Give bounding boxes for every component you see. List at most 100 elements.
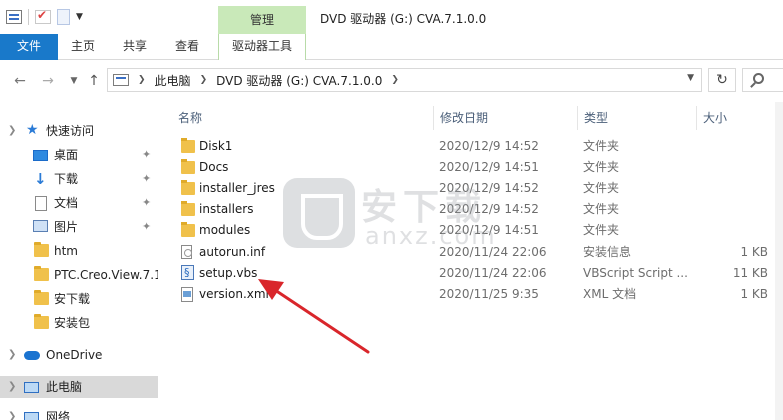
file-type: 文件夹 [583,181,620,195]
pc-icon [24,382,39,393]
refresh-button[interactable]: ↻ [708,68,736,92]
nav-item-network[interactable]: ❯ 网络 [0,406,158,420]
nav-item-label: htm [54,244,78,258]
up-arrow-icon[interactable]: ↑ [84,71,104,91]
file-row[interactable]: Disk1 2020/12/9 14:52 文件夹 [172,136,776,157]
breadcrumb-dvd-drive[interactable]: DVD 驱动器 (G:) CVA.7.1.0.0 [216,72,382,89]
file-name: Disk1 [199,139,233,153]
nav-item-downloads[interactable]: ↓ 下载 ✦ [0,168,158,190]
quick-access-toolbar: ▼ [6,8,83,25]
nav-item-label: 网络 [46,410,71,420]
new-folder-icon[interactable] [57,9,70,25]
file-name: setup.vbs [199,266,258,280]
nav-item-desktop[interactable]: 桌面 ✦ [0,144,158,166]
search-icon [753,73,764,84]
column-header-name[interactable]: 名称 [172,106,432,130]
file-size: 11 KB [732,266,768,280]
vertical-scrollbar[interactable] [775,102,783,420]
nav-item-label: 安下载 [54,292,91,306]
nav-item-documents[interactable]: 文档 ✦ [0,192,158,214]
checkmark-icon[interactable] [35,8,51,24]
file-type: XML 文档 [583,287,637,301]
title-bar: ▼ 管理 DVD 驱动器 (G:) CVA.7.1.0.0 [0,0,783,34]
file-date: 2020/12/9 14:51 [439,160,539,174]
breadcrumb-this-pc[interactable]: 此电脑 [155,72,191,89]
folder-icon [181,222,195,237]
nav-item-label: 文档 [54,196,79,210]
expand-chevron-icon[interactable]: ❯ [8,120,16,142]
file-name: Docs [199,160,229,174]
computer-icon [113,74,129,86]
file-size: 1 KB [740,287,768,301]
expand-chevron-icon[interactable]: ❯ [8,376,16,398]
column-header-date[interactable]: 修改日期 [433,106,576,130]
folder-icon [34,266,49,281]
manage-context-tab[interactable]: 管理 [218,6,306,34]
nav-item-label: 安装包 [54,316,91,330]
window-title: DVD 驱动器 (G:) CVA.7.1.0.0 [320,12,487,26]
pin-icon[interactable]: ✦ [142,216,151,238]
nav-item-htm[interactable]: htm [0,240,158,262]
file-name: installers [199,202,254,216]
star-icon: ★ [26,122,39,138]
address-dropdown-icon[interactable]: ▼ [687,73,694,83]
folder-icon [181,138,195,153]
nav-item-label: PTC.Creo.View.7.1 [54,268,158,282]
nav-item-anxiazai[interactable]: 安下载 [0,288,158,310]
nav-item-onedrive[interactable]: ❯ OneDrive [0,344,158,366]
toolbar-divider [28,9,29,25]
pin-icon[interactable]: ✦ [142,144,151,166]
customize-toolbar-dropdown-icon[interactable]: ▼ [76,12,83,22]
address-bar[interactable]: ❯ 此电脑 ❯ DVD 驱动器 (G:) CVA.7.1.0.0 ❯ ▼ [107,68,702,92]
pin-icon[interactable]: ✦ [142,168,151,190]
file-name: installer_jres [199,181,275,195]
properties-icon[interactable] [6,10,22,24]
tab-share[interactable]: 共享 [112,34,158,60]
folder-icon [181,201,195,216]
tab-file[interactable]: 文件 [0,34,58,60]
nav-item-label: 下载 [54,172,79,186]
ribbon-tabs: 文件 主页 共享 查看 驱动器工具 [0,34,783,60]
tab-home[interactable]: 主页 [60,34,106,60]
chevron-right-icon[interactable]: ❯ [200,75,208,85]
file-type: 文件夹 [583,223,620,237]
nav-item-pictures[interactable]: 图片 ✦ [0,216,158,238]
chevron-right-icon[interactable]: ❯ [391,75,399,85]
navigation-bar: ← → ▼ ↑ ❯ 此电脑 ❯ DVD 驱动器 (G:) CVA.7.1.0.0… [0,60,783,102]
nav-item-install-packages[interactable]: 安装包 [0,312,158,334]
expand-chevron-icon[interactable]: ❯ [8,406,16,420]
refresh-icon: ↻ [716,72,728,88]
nav-item-label: 快速访问 [46,124,95,138]
column-header-type[interactable]: 类型 [577,106,695,130]
vbscript-file-icon [181,262,194,283]
download-icon: ↓ [34,170,47,188]
file-list: ︿ 名称 修改日期 类型 大小 Disk1 2020/12/9 14:52 文件… [160,102,783,420]
nav-item-label: 图片 [54,220,79,234]
tab-view[interactable]: 查看 [164,34,210,60]
file-type: 安装信息 [583,245,632,259]
file-date: 2020/11/25 9:35 [439,287,539,301]
red-arrow-annotation [258,279,370,354]
file-type: 文件夹 [583,202,620,216]
recent-locations-chevron-icon[interactable]: ▼ [64,71,84,91]
folder-icon [34,242,49,257]
expand-chevron-icon[interactable]: ❯ [8,344,16,366]
nav-item-this-pc[interactable]: ❯ 此电脑 [0,376,158,398]
back-arrow-icon[interactable]: ← [10,71,30,91]
tab-drive-tools[interactable]: 驱动器工具 [218,34,306,60]
nav-item-quick-access[interactable]: ❯ ★ 快速访问 [0,120,158,142]
file-row[interactable]: Docs 2020/12/9 14:51 文件夹 [172,157,776,178]
nav-item-ptc-creo-view[interactable]: PTC.Creo.View.7.1 [0,264,158,286]
folder-icon [34,290,49,305]
column-header-size[interactable]: 大小 [696,106,783,130]
search-input[interactable] [742,68,783,92]
chevron-right-icon[interactable]: ❯ [138,75,146,85]
nav-item-label: 此电脑 [46,380,83,394]
xml-file-icon [181,287,193,302]
setup-information-file-icon [181,245,192,259]
file-date: 2020/11/24 22:06 [439,266,547,280]
file-type: VBScript Script ... [583,266,688,280]
desktop-icon [33,150,48,161]
forward-arrow-icon[interactable]: → [38,71,58,91]
pin-icon[interactable]: ✦ [142,192,151,214]
